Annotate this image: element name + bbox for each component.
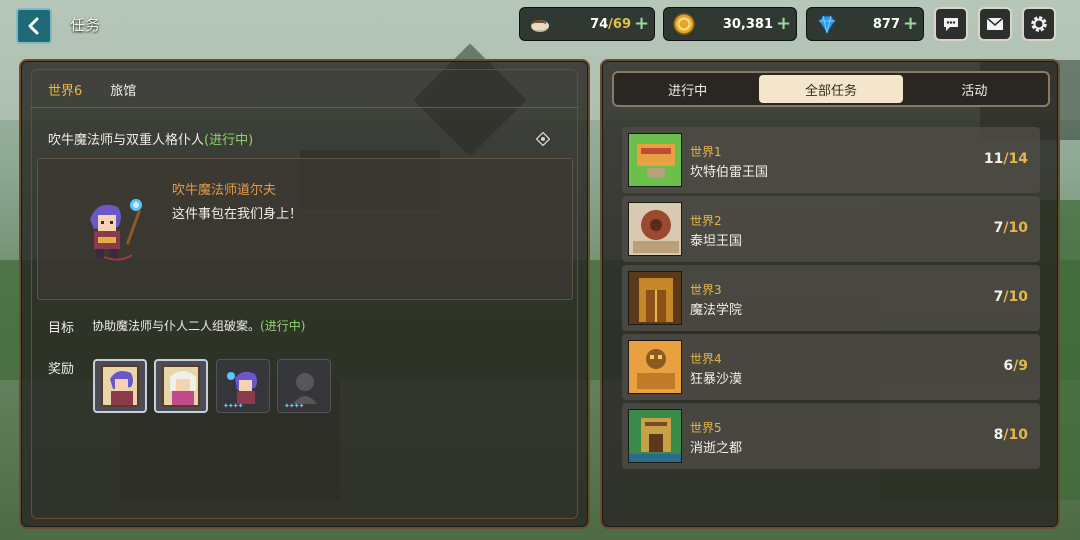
lost-city-map-icon <box>629 410 681 462</box>
gem-counter[interactable]: 877 + <box>806 7 924 41</box>
world-row-1[interactable]: 世界1 坎特伯雷王国 11/14 <box>622 127 1040 193</box>
settings-button[interactable] <box>1022 7 1056 41</box>
stamina-plus-button[interactable]: + <box>634 15 649 33</box>
world-thumbnail <box>628 340 682 394</box>
world-number: 世界3 <box>690 283 722 297</box>
chevron-left-icon <box>28 17 39 35</box>
world-row-2[interactable]: 世界2 泰坦王国 7/10 <box>622 196 1040 262</box>
gold-coin-icon <box>672 12 696 36</box>
quest-detail-panel <box>19 59 590 529</box>
top-bar: 任务 74/69 + 30,381 + 877 + <box>0 0 1080 50</box>
world-row-5[interactable]: 世界5 消逝之都 8/10 <box>622 403 1040 469</box>
academy-map-icon <box>629 272 681 324</box>
world-name: 狂暴沙漠 <box>690 372 743 387</box>
stamina-counter[interactable]: 74/69 + <box>519 7 655 41</box>
mail-icon <box>986 17 1004 30</box>
chat-button[interactable] <box>934 7 968 41</box>
gold-counter[interactable]: 30,381 + <box>663 7 797 41</box>
page-title: 任务 <box>70 16 101 34</box>
gear-icon <box>1031 16 1047 32</box>
gold-plus-button[interactable]: + <box>776 15 791 33</box>
world-number: 世界1 <box>690 145 722 159</box>
world-list: 世界1 坎特伯雷王国 11/14 世界2 泰坦王国 7/10 世界3 魔法学院 … <box>622 127 1040 472</box>
world-progress: 6/9 <box>1003 358 1028 374</box>
stamina-max: 69 <box>612 16 631 32</box>
world-name: 魔法学院 <box>690 303 743 318</box>
world-progress: 7/10 <box>993 289 1028 305</box>
tab-in-progress[interactable]: 进行中 <box>616 75 759 103</box>
gem-icon <box>815 12 839 36</box>
tab-all-quests[interactable]: 全部任务 <box>759 75 903 103</box>
world-progress: 7/10 <box>993 220 1028 236</box>
mail-button[interactable] <box>978 7 1012 41</box>
stamina-current: 74 <box>590 16 609 32</box>
castle-map-icon <box>629 134 681 186</box>
quest-detail-frame <box>31 69 578 519</box>
back-button[interactable] <box>16 8 52 44</box>
world-name: 坎特伯雷王国 <box>690 165 769 180</box>
gem-value: 877 <box>872 16 900 32</box>
desert-map-icon <box>629 341 681 393</box>
gold-value: 30,381 <box>722 16 773 32</box>
world-row-4[interactable]: 世界4 狂暴沙漠 6/9 <box>622 334 1040 400</box>
chat-bubble-icon <box>944 18 958 31</box>
world-number: 世界5 <box>690 421 722 435</box>
world-number: 世界4 <box>690 352 722 366</box>
coffee-cup-icon <box>528 12 552 36</box>
world-name: 泰坦王国 <box>690 234 743 249</box>
world-name: 消逝之都 <box>690 441 743 456</box>
world-row-3[interactable]: 世界3 魔法学院 7/10 <box>622 265 1040 331</box>
titan-map-icon <box>629 203 681 255</box>
world-progress: 8/10 <box>993 427 1028 443</box>
quest-tabs: 进行中 全部任务 活动 <box>612 71 1050 107</box>
world-thumbnail <box>628 202 682 256</box>
quest-list-panel: 进行中 全部任务 活动 世界1 坎特伯雷王国 11/14 世界2 泰坦王国 7/… <box>600 59 1060 529</box>
world-progress: 11/14 <box>983 151 1028 167</box>
tab-events[interactable]: 活动 <box>903 75 1046 103</box>
world-thumbnail <box>628 271 682 325</box>
world-thumbnail <box>628 133 682 187</box>
world-thumbnail <box>628 409 682 463</box>
gem-plus-button[interactable]: + <box>903 15 918 33</box>
world-number: 世界2 <box>690 214 722 228</box>
